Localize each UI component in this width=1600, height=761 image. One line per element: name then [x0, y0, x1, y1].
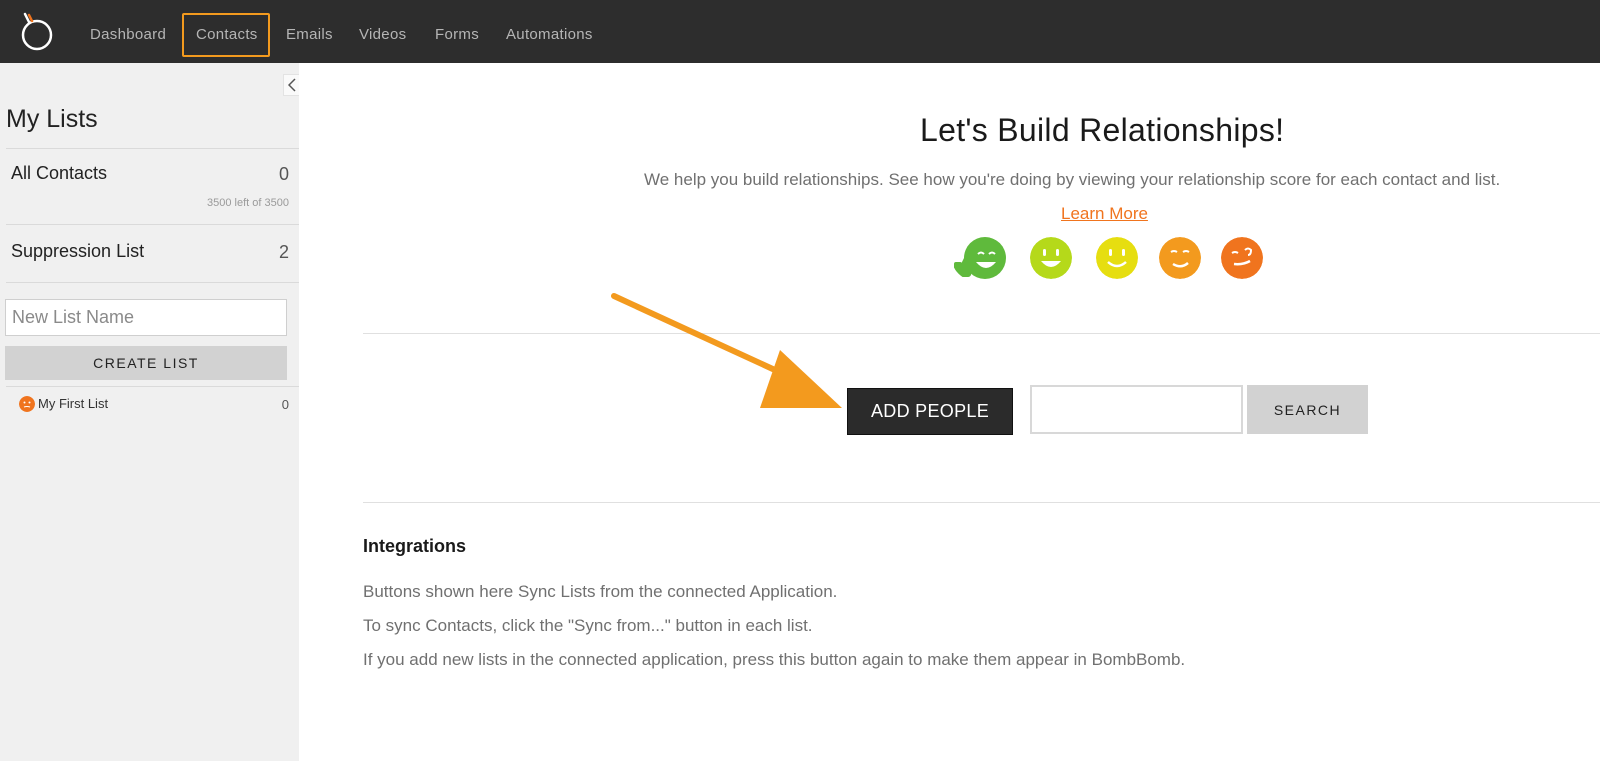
relationship-score-icon	[19, 396, 35, 412]
divider	[363, 333, 1600, 334]
page-title: Let's Build Relationships!	[920, 112, 1285, 148]
page-description: We help you build relationships. See how…	[644, 170, 1501, 189]
nav-emails[interactable]: Emails	[286, 26, 333, 44]
new-list-name-input[interactable]	[5, 299, 287, 336]
add-people-button[interactable]: ADD PEOPLE	[847, 388, 1013, 435]
chevron-left-icon	[287, 78, 296, 92]
smile-face-icon	[1096, 237, 1138, 279]
sidebar-title: My Lists	[6, 105, 98, 133]
contacts-remaining: 3500 left of 3500	[207, 197, 289, 209]
top-nav-bar: Dashboard Contacts Emails Videos Forms A…	[0, 0, 1600, 63]
thumbs-up-smile-icon	[954, 237, 1006, 279]
nav-contacts-highlight	[182, 13, 270, 57]
list-name: My First List	[38, 396, 109, 411]
neutral-smile-face-icon	[1159, 237, 1201, 279]
integrations-text: Buttons shown here Sync Lists from the c…	[363, 582, 838, 601]
list-count: 0	[281, 397, 289, 412]
sidebar: My Lists All Contacts 0 3500 left of 350…	[0, 63, 299, 761]
arrow-annotation-icon	[611, 293, 842, 408]
list-item[interactable]: My First List 0	[19, 395, 289, 415]
nav-automations[interactable]: Automations	[506, 26, 593, 44]
collapse-sidebar-button[interactable]	[283, 74, 299, 96]
search-input[interactable]	[1030, 385, 1243, 434]
suppression-list-count: 2	[278, 242, 289, 262]
nav-videos[interactable]: Videos	[359, 26, 406, 44]
divider	[6, 148, 299, 149]
integrations-text: If you add new lists in the connected ap…	[363, 650, 1186, 669]
happy-face-icon	[1030, 237, 1072, 279]
all-contacts-label: All Contacts	[11, 163, 108, 183]
nav-forms[interactable]: Forms	[435, 26, 479, 44]
search-button[interactable]: SEARCH	[1247, 385, 1368, 434]
learn-more-link[interactable]: Learn More	[1061, 204, 1148, 224]
divider	[6, 224, 299, 225]
create-list-button[interactable]: CREATE LIST	[5, 346, 287, 380]
divider	[6, 386, 299, 387]
nav-dashboard[interactable]: Dashboard	[90, 26, 166, 44]
divider	[6, 282, 299, 283]
divider	[363, 502, 1600, 503]
integrations-title: Integrations	[363, 536, 467, 556]
unsure-face-icon	[1221, 237, 1263, 279]
bombbomb-logo-icon[interactable]	[18, 12, 56, 52]
suppression-list-label: Suppression List	[11, 241, 145, 261]
all-contacts-count: 0	[278, 164, 289, 184]
integrations-text: To sync Contacts, click the "Sync from..…	[363, 616, 813, 635]
